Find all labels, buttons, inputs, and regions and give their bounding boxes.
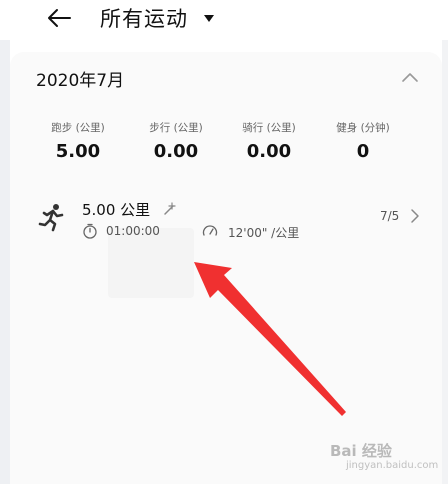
stat-value: 0.00 — [153, 141, 199, 162]
watermark-logo: Bai 经验 — [330, 442, 392, 460]
edit-icon[interactable] — [163, 200, 179, 216]
dropdown-triangle-icon — [204, 14, 214, 22]
stat-label: 步行 (公里) — [149, 122, 203, 134]
record-date: 7/5 — [380, 209, 400, 223]
stat-running: 跑步 (公里) 5.00 — [31, 120, 125, 162]
month-summary-card: 2020年7月 跑步 (公里) 5.00 步行 (公里) 0.00 骑行 (公里… — [10, 52, 442, 484]
page-edge-left — [0, 0, 10, 484]
stat-label: 骑行 (公里) — [242, 122, 296, 134]
timer-icon — [83, 223, 97, 239]
chevron-up-icon[interactable] — [400, 70, 420, 84]
top-bar: 所有运动 — [0, 0, 448, 40]
month-label: 2020年7月 — [36, 71, 125, 91]
page-edge-right — [442, 0, 448, 484]
stat-label: 跑步 (公里) — [51, 122, 105, 134]
record-distance: 5.00 公里 — [82, 201, 151, 219]
stat-value: 0.00 — [246, 141, 292, 162]
speedometer-icon — [202, 225, 218, 236]
stat-fitness: 健身 (分钟) 0 — [316, 120, 410, 162]
chevron-right-icon — [411, 209, 419, 223]
stat-walking: 步行 (公里) 0.00 — [129, 120, 223, 162]
stat-label: 健身 (分钟) — [336, 122, 390, 134]
activity-record-row[interactable]: 5.00 公里 01:00:00 12'00" /公里 7/5 — [10, 192, 442, 252]
record-pace: 12'00" /公里 — [228, 226, 300, 240]
watermark-url: jingyan.baidu.com — [346, 460, 439, 471]
back-button[interactable] — [44, 4, 74, 32]
record-duration: 01:00:00 — [106, 224, 160, 238]
back-arrow-icon — [48, 9, 71, 27]
stat-value: 0 — [356, 141, 370, 162]
stat-value: 5.00 — [55, 141, 101, 162]
sport-type-selector[interactable]: 所有运动 — [100, 4, 214, 32]
running-icon — [38, 204, 64, 232]
stat-cycling: 骑行 (公里) 0.00 — [222, 120, 316, 162]
page-title: 所有运动 — [100, 7, 188, 31]
